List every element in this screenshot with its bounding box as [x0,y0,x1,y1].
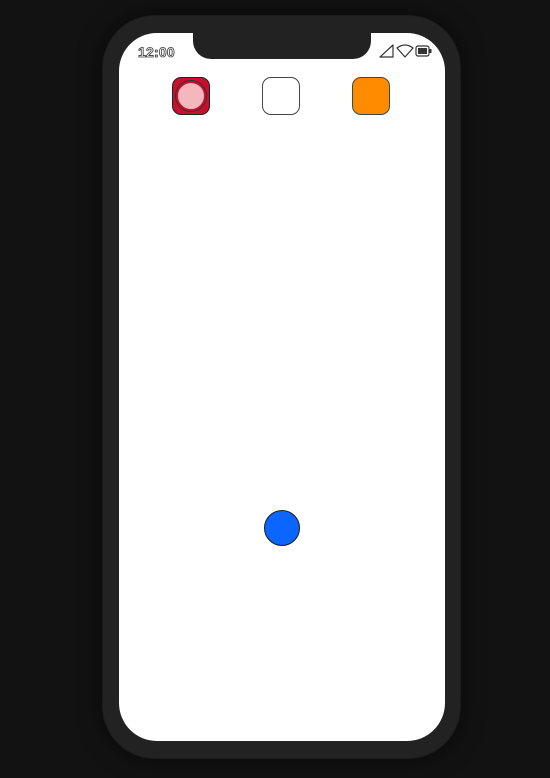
battery-icon [415,45,432,57]
status-time: 12:00 [138,44,175,61]
wifi-icon [396,44,414,58]
red-button[interactable] [172,77,210,115]
red-button-inner-circle [176,81,206,111]
phone-screen: 12:00 [119,33,445,741]
phone-frame: 12:00 [103,16,460,758]
orange-button[interactable] [352,77,390,115]
status-icons [379,44,433,58]
white-button[interactable] [262,77,300,115]
page-background: 12:00 [0,0,550,778]
notch [193,33,371,59]
blue-dot[interactable] [264,510,300,546]
signal-icon [379,44,394,58]
